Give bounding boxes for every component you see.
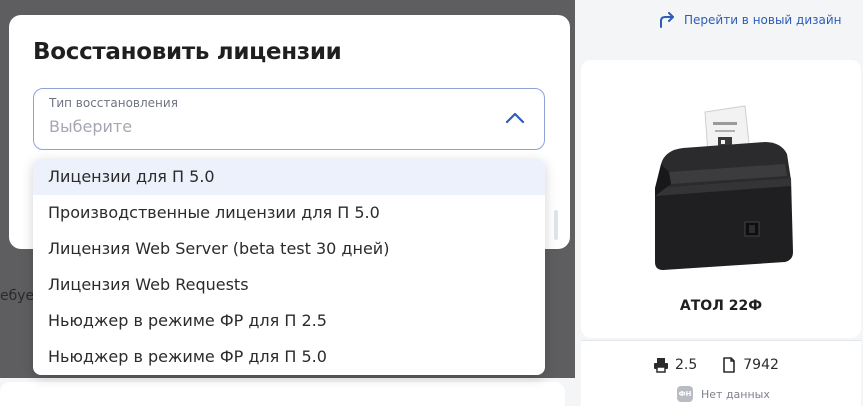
new-design-link-label: Перейти в новый дизайн	[684, 13, 842, 27]
fn-status-row: ФН Нет данных	[677, 386, 770, 402]
background-text: ебуе	[0, 288, 35, 304]
dropdown-option[interactable]: Лицензия Web Requests	[33, 267, 545, 303]
new-design-link[interactable]: Перейти в новый дизайн	[658, 12, 842, 28]
document-count: 7942	[743, 357, 779, 373]
restore-type-dropdown: Лицензии для П 5.0 Производственные лице…	[33, 159, 545, 375]
dropdown-option[interactable]: Лицензии для П 5.0	[33, 159, 545, 195]
dropdown-option[interactable]: Ньюджер в режиме ФР для П 5.0	[33, 339, 545, 375]
modal-action-button-edge[interactable]	[554, 210, 558, 240]
select-label: Тип восстановления	[49, 96, 178, 110]
printer-icon	[654, 358, 668, 373]
select-placeholder: Выберите	[49, 117, 133, 136]
fn-status: Нет данных	[701, 387, 770, 401]
redirect-arrow-icon	[660, 12, 674, 28]
document-icon	[723, 357, 736, 373]
fn-badge: ФН	[677, 386, 693, 402]
background-card	[0, 382, 565, 406]
page: ебуе Восстановить лицензии Тип восстанов…	[0, 0, 863, 406]
dropdown-option[interactable]: Ньюджер в режиме ФР для П 2.5	[33, 303, 545, 339]
device-name: АТОЛ 22Ф	[679, 298, 763, 314]
dropdown-option[interactable]: Лицензия Web Server (beta test 30 дней)	[33, 231, 545, 267]
device-info-card: 2.5 7942 ФН Нет данных	[581, 340, 861, 406]
receipt-printer-image	[655, 105, 793, 270]
modal-title: Восстановить лицензии	[33, 39, 342, 65]
device-stats: 2.5 7942	[653, 357, 803, 373]
device-card[interactable]: АТОЛ 22Ф	[581, 60, 861, 338]
device-version: 2.5	[675, 357, 698, 373]
dropdown-option[interactable]: Производственные лицензии для П 5.0	[33, 195, 545, 231]
chevron-up-icon[interactable]	[504, 107, 526, 129]
restore-type-select[interactable]: Тип восстановления Выберите	[33, 88, 545, 150]
